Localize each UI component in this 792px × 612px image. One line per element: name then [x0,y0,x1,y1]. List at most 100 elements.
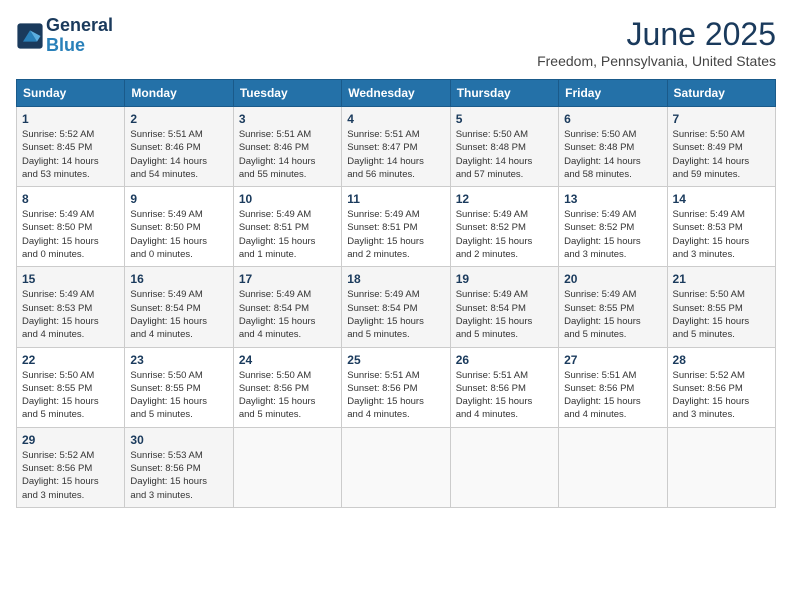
table-row: 21 Sunrise: 5:50 AM Sunset: 8:55 PM Dayli… [667,267,775,347]
day-info: Sunrise: 5:52 AM Sunset: 8:56 PM Dayligh… [22,449,119,502]
day-info: Sunrise: 5:51 AM Sunset: 8:56 PM Dayligh… [564,369,661,422]
table-row: 13Sunrise: 5:49 AM Sunset: 8:52 PM Dayli… [559,187,667,267]
table-row: 29 Sunrise: 5:52 AM Sunset: 8:56 PM Dayli… [17,427,125,507]
header-saturday: Saturday [667,80,775,107]
day-number: 20 [564,272,661,286]
table-row: 7Sunrise: 5:50 AM Sunset: 8:49 PM Daylig… [667,107,775,187]
logo: General Blue [16,16,113,56]
calendar-week-row: 15 Sunrise: 5:49 AM Sunset: 8:53 PM Dayli… [17,267,776,347]
day-info: Sunrise: 5:49 AM Sunset: 8:54 PM Dayligh… [456,288,553,341]
table-row: 8 Sunrise: 5:49 AM Sunset: 8:50 PM Daylig… [17,187,125,267]
table-row: 17 Sunrise: 5:49 AM Sunset: 8:54 PM Dayli… [233,267,341,347]
day-number: 16 [130,272,227,286]
calendar-week-row: 1 Sunrise: 5:52 AM Sunset: 8:45 PM Daylig… [17,107,776,187]
day-info: Sunrise: 5:51 AM Sunset: 8:56 PM Dayligh… [456,369,553,422]
day-info: Sunrise: 5:49 AM Sunset: 8:52 PM Dayligh… [564,208,661,261]
title-area: June 2025 Freedom, Pennsylvania, United … [537,16,776,69]
table-row: 24 Sunrise: 5:50 AM Sunset: 8:56 PM Dayli… [233,347,341,427]
day-info: Sunrise: 5:50 AM Sunset: 8:56 PM Dayligh… [239,369,336,422]
table-row: 1 Sunrise: 5:52 AM Sunset: 8:45 PM Daylig… [17,107,125,187]
day-number: 23 [130,353,227,367]
day-number: 14 [673,192,770,206]
day-info: Sunrise: 5:49 AM Sunset: 8:50 PM Dayligh… [130,208,227,261]
day-number: 4 [347,112,444,126]
logo-line1: General [46,16,113,36]
day-number: 29 [22,433,119,447]
table-row: 12Sunrise: 5:49 AM Sunset: 8:52 PM Dayli… [450,187,558,267]
table-row: 9 Sunrise: 5:49 AM Sunset: 8:50 PM Daylig… [125,187,233,267]
header-thursday: Thursday [450,80,558,107]
table-row: 26 Sunrise: 5:51 AM Sunset: 8:56 PM Dayli… [450,347,558,427]
table-row [667,427,775,507]
day-number: 8 [22,192,119,206]
day-number: 3 [239,112,336,126]
day-info: Sunrise: 5:50 AM Sunset: 8:48 PM Dayligh… [564,128,661,181]
day-number: 15 [22,272,119,286]
table-row: 2Sunrise: 5:51 AM Sunset: 8:46 PM Daylig… [125,107,233,187]
table-row: 27 Sunrise: 5:51 AM Sunset: 8:56 PM Dayli… [559,347,667,427]
table-row [559,427,667,507]
day-number: 1 [22,112,119,126]
header-tuesday: Tuesday [233,80,341,107]
table-row: 16Sunrise: 5:49 AM Sunset: 8:54 PM Dayli… [125,267,233,347]
calendar-header-row: Sunday Monday Tuesday Wednesday Thursday… [17,80,776,107]
table-row [342,427,450,507]
day-info: Sunrise: 5:49 AM Sunset: 8:53 PM Dayligh… [673,208,770,261]
logo-line2: Blue [46,36,113,56]
day-number: 21 [673,272,770,286]
day-info: Sunrise: 5:49 AM Sunset: 8:54 PM Dayligh… [239,288,336,341]
day-info: Sunrise: 5:49 AM Sunset: 8:50 PM Dayligh… [22,208,119,261]
day-number: 18 [347,272,444,286]
day-info: Sunrise: 5:52 AM Sunset: 8:45 PM Dayligh… [22,128,119,181]
day-info: Sunrise: 5:50 AM Sunset: 8:49 PM Dayligh… [673,128,770,181]
calendar-week-row: 22 Sunrise: 5:50 AM Sunset: 8:55 PM Dayli… [17,347,776,427]
table-row: 3 Sunrise: 5:51 AM Sunset: 8:46 PM Daylig… [233,107,341,187]
day-number: 26 [456,353,553,367]
day-info: Sunrise: 5:49 AM Sunset: 8:51 PM Dayligh… [239,208,336,261]
month-title: June 2025 [537,16,776,53]
day-info: Sunrise: 5:49 AM Sunset: 8:53 PM Dayligh… [22,288,119,341]
calendar-week-row: 29 Sunrise: 5:52 AM Sunset: 8:56 PM Dayli… [17,427,776,507]
day-number: 12 [456,192,553,206]
day-info: Sunrise: 5:50 AM Sunset: 8:55 PM Dayligh… [130,369,227,422]
day-number: 5 [456,112,553,126]
day-number: 25 [347,353,444,367]
calendar-week-row: 8 Sunrise: 5:49 AM Sunset: 8:50 PM Daylig… [17,187,776,267]
day-info: Sunrise: 5:53 AM Sunset: 8:56 PM Dayligh… [130,449,227,502]
day-info: Sunrise: 5:50 AM Sunset: 8:55 PM Dayligh… [673,288,770,341]
day-number: 30 [130,433,227,447]
day-number: 22 [22,353,119,367]
table-row: 4 Sunrise: 5:51 AM Sunset: 8:47 PM Daylig… [342,107,450,187]
day-info: Sunrise: 5:49 AM Sunset: 8:55 PM Dayligh… [564,288,661,341]
day-info: Sunrise: 5:51 AM Sunset: 8:46 PM Dayligh… [130,128,227,181]
table-row: 25 Sunrise: 5:51 AM Sunset: 8:56 PM Dayli… [342,347,450,427]
day-number: 28 [673,353,770,367]
day-number: 17 [239,272,336,286]
table-row: 14 Sunrise: 5:49 AM Sunset: 8:53 PM Dayli… [667,187,775,267]
header-wednesday: Wednesday [342,80,450,107]
day-number: 19 [456,272,553,286]
location-title: Freedom, Pennsylvania, United States [537,53,776,69]
logo-icon [16,22,44,50]
table-row: 20 Sunrise: 5:49 AM Sunset: 8:55 PM Dayli… [559,267,667,347]
table-row: 30 Sunrise: 5:53 AM Sunset: 8:56 PM Dayli… [125,427,233,507]
day-info: Sunrise: 5:51 AM Sunset: 8:56 PM Dayligh… [347,369,444,422]
day-number: 27 [564,353,661,367]
day-number: 10 [239,192,336,206]
day-info: Sunrise: 5:51 AM Sunset: 8:47 PM Dayligh… [347,128,444,181]
header-friday: Friday [559,80,667,107]
day-number: 24 [239,353,336,367]
day-info: Sunrise: 5:51 AM Sunset: 8:46 PM Dayligh… [239,128,336,181]
day-number: 9 [130,192,227,206]
table-row: 19 Sunrise: 5:49 AM Sunset: 8:54 PM Dayli… [450,267,558,347]
day-info: Sunrise: 5:50 AM Sunset: 8:55 PM Dayligh… [22,369,119,422]
table-row: 6Sunrise: 5:50 AM Sunset: 8:48 PM Daylig… [559,107,667,187]
table-row: 5Sunrise: 5:50 AM Sunset: 8:48 PM Daylig… [450,107,558,187]
table-row: 23 Sunrise: 5:50 AM Sunset: 8:55 PM Dayli… [125,347,233,427]
header-sunday: Sunday [17,80,125,107]
table-row: 15 Sunrise: 5:49 AM Sunset: 8:53 PM Dayli… [17,267,125,347]
day-info: Sunrise: 5:52 AM Sunset: 8:56 PM Dayligh… [673,369,770,422]
table-row: 22 Sunrise: 5:50 AM Sunset: 8:55 PM Dayli… [17,347,125,427]
table-row: 10 Sunrise: 5:49 AM Sunset: 8:51 PM Dayli… [233,187,341,267]
table-row [233,427,341,507]
